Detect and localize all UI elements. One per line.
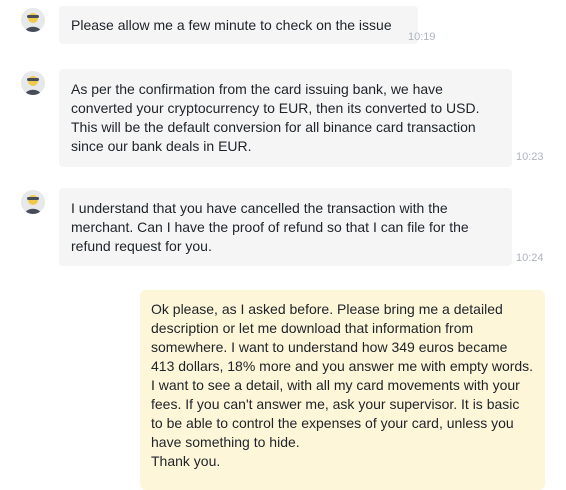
message-line: 413 dollars, 18% more and you answer me … bbox=[151, 358, 534, 374]
message-line: merchant. Can I have the proof of refund… bbox=[71, 219, 469, 235]
message-line: Ok please, as I asked before. Please bri… bbox=[151, 301, 503, 317]
message-line: As per the confirmation from the card is… bbox=[71, 81, 443, 97]
message-line: description or let me download that info… bbox=[151, 320, 474, 336]
message-line: Please allow me a few minute to check on… bbox=[71, 17, 392, 33]
message-line: have something to hide. bbox=[151, 434, 300, 450]
agent-message-text: Please allow me a few minute to check on… bbox=[71, 16, 392, 35]
agent-message-text: I understand that you have cancelled the… bbox=[71, 199, 469, 256]
message-timestamp: 10:24 bbox=[516, 252, 544, 264]
agent-message-bubble: Please allow me a few minute to check on… bbox=[59, 6, 418, 44]
user-message-bubble: Ok please, as I asked before. Please bri… bbox=[140, 290, 545, 490]
message-timestamp: 10:19 bbox=[408, 31, 436, 43]
user-message-text: Ok please, as I asked before. Please bri… bbox=[151, 300, 539, 471]
message-line: somewhere. I want to understand how 349 … bbox=[151, 339, 508, 355]
message-line: refund request for you. bbox=[71, 238, 212, 254]
message-line: converted your cryptocurrency to EUR, th… bbox=[71, 100, 480, 116]
message-line: Thank you. bbox=[151, 453, 221, 469]
agent-message-text: As per the confirmation from the card is… bbox=[71, 80, 480, 156]
agent-message-bubble: As per the confirmation from the card is… bbox=[59, 69, 512, 167]
agent-message-bubble: I understand that you have cancelled the… bbox=[59, 188, 512, 266]
message-line: fees. If you can't answer me, ask your s… bbox=[151, 396, 520, 412]
agent-avatar-icon bbox=[21, 190, 45, 214]
message-line: to be able to control the expenses of yo… bbox=[151, 415, 514, 431]
message-timestamp: 10:23 bbox=[516, 151, 544, 163]
message-line: since our bank deals in EUR. bbox=[71, 138, 252, 154]
message-line: This will be the default conversion for … bbox=[71, 119, 476, 135]
agent-avatar-icon bbox=[21, 71, 45, 95]
message-line: I want to see a detail, with all my card… bbox=[151, 377, 520, 393]
message-line: I understand that you have cancelled the… bbox=[71, 200, 448, 216]
agent-avatar-icon bbox=[21, 8, 45, 32]
